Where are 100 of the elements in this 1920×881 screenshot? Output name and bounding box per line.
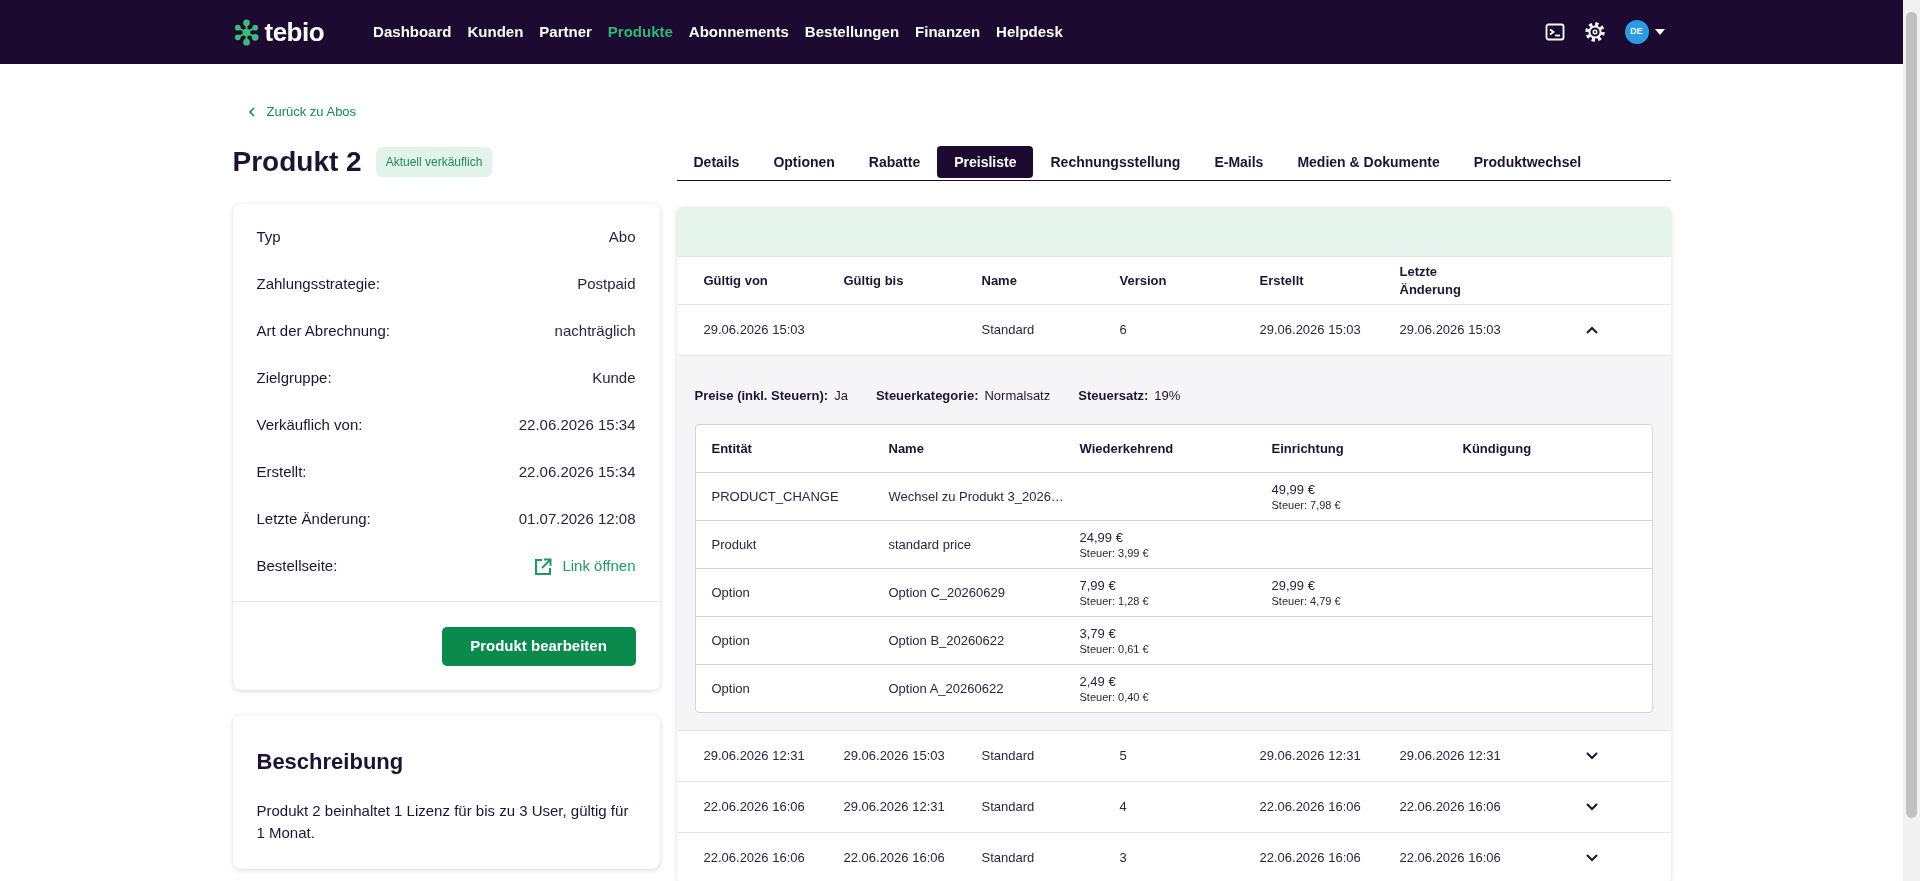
detail-label: Letzte Änderung: [256, 509, 371, 530]
tax-value: Ja [834, 388, 848, 403]
back-link[interactable]: Zurück zu Abos [248, 103, 357, 121]
product-title: Produkt 2 [232, 145, 362, 179]
tab[interactable]: E-Mails [1197, 146, 1281, 178]
column-header: Gültig bis [843, 271, 905, 290]
table-cell-text: 22.06.2026 16:06 [703, 798, 806, 817]
tab[interactable]: Produktwechsel [1456, 146, 1599, 178]
column-header: Wiederkehrend [1079, 439, 1175, 458]
scrollbar-thumb[interactable] [1906, 12, 1917, 818]
tax-amount: Steuer: 4,79 € [1271, 593, 1342, 609]
table-cell-text: 5 [1119, 747, 1128, 766]
column-header: Einrichtung [1271, 439, 1345, 458]
status-badge: Aktuell verkäuflich [375, 147, 493, 177]
table-cell-text: Wechsel zu Produkt 3_2026… [888, 487, 1065, 506]
tax-label: Steuerkategorie: [875, 388, 979, 403]
tax-amount: Steuer: 0,61 € [1079, 641, 1150, 657]
price-amount: 49,99 € [1271, 480, 1316, 498]
table-cell-text: 29.06.2026 15:03 [843, 747, 946, 766]
table-cell-text: 22.06.2026 16:06 [843, 849, 946, 868]
price-amount: 2,49 € [1079, 672, 1117, 690]
table-cell-text: Option C_20260629 [888, 583, 1006, 602]
table-cell-text: standard price [888, 535, 972, 554]
table-cell-text: 29.06.2026 15:03 [1259, 321, 1362, 340]
nav-link[interactable]: Finanzen [915, 20, 981, 44]
nav-link[interactable]: Produkte [607, 20, 673, 44]
column-header: Gültig von [703, 271, 769, 290]
tax-label: Preise (inkl. Steuern): [694, 388, 829, 403]
terminal-icon[interactable] [1544, 22, 1565, 42]
tab[interactable]: Optionen [756, 146, 852, 178]
tax-value: 19% [1154, 388, 1181, 403]
chevron-down-icon[interactable] [1585, 752, 1598, 760]
nav-link[interactable]: Kunden [467, 20, 524, 44]
edit-product-button[interactable]: Produkt bearbeiten [441, 627, 636, 666]
column-header: Letzte Änderung [1399, 262, 1462, 299]
table-cell-text: 29.06.2026 12:31 [1399, 747, 1502, 766]
column-header: Version [1119, 271, 1168, 290]
settings-icon[interactable] [1584, 22, 1605, 42]
detail-value: Postpaid [577, 274, 636, 295]
caret-down-icon[interactable] [1654, 29, 1665, 35]
table-cell-text: 29.06.2026 15:03 [703, 321, 806, 340]
chevron-up-icon[interactable] [1585, 326, 1598, 334]
detail-value: nachträglich [554, 321, 636, 342]
chevron-down-icon[interactable] [1585, 854, 1598, 862]
chevron-down-icon[interactable] [1585, 803, 1598, 811]
chevron-left-icon [248, 107, 255, 117]
tab[interactable]: Preisliste [937, 146, 1034, 178]
nav-link[interactable]: Dashboard [373, 20, 452, 44]
price-amount: 29,99 € [1271, 576, 1316, 594]
table-cell-text: Option [711, 631, 751, 650]
tab[interactable]: Rechnungsstellung [1033, 146, 1198, 178]
tax-value: Normalsatz [984, 388, 1051, 403]
table-cell-text: 29.06.2026 12:31 [1259, 747, 1362, 766]
tax-amount: Steuer: 1,28 € [1079, 593, 1150, 609]
nav-link[interactable]: Abonnements [688, 20, 789, 44]
table-cell-text: Option B_20260622 [888, 631, 1006, 650]
detail-label: Verkäuflich von: [256, 415, 363, 436]
column-header: Kündigung [1462, 439, 1533, 458]
nav-link[interactable]: Bestellungen [804, 20, 900, 44]
detail-label: Zielgruppe: [256, 368, 332, 389]
table-cell-text: 29.06.2026 15:03 [1399, 321, 1502, 340]
tab[interactable]: Rabatte [851, 146, 938, 178]
column-header: Erstellt [1259, 271, 1305, 290]
scrollbar[interactable] [1903, 0, 1920, 881]
table-cell-text: 4 [1119, 798, 1128, 817]
column-header: Name [981, 271, 1018, 290]
tax-amount: Steuer: 3,99 € [1079, 545, 1150, 561]
external-link-icon [534, 557, 553, 576]
table-cell-text: 22.06.2026 16:06 [703, 849, 806, 868]
table-cell-text: 22.06.2026 16:06 [1399, 798, 1502, 817]
table-cell-text: Option A_20260622 [888, 679, 1005, 698]
table-cell-text: 22.06.2026 16:06 [1259, 798, 1362, 817]
table-cell-text: 22.06.2026 16:06 [1259, 849, 1362, 868]
detail-label: Typ [256, 227, 281, 248]
open-link[interactable]: Link öffnen [534, 555, 636, 578]
logo-icon [232, 18, 260, 46]
detail-label: Zahlungsstrategie: [256, 274, 380, 295]
table-cell-text: Standard [981, 321, 1036, 340]
nav-link[interactable]: Helpdesk [996, 20, 1063, 44]
detail-label: Bestellseite: [256, 556, 338, 577]
detail-value: 22.06.2026 15:34 [518, 462, 636, 483]
nav-link[interactable]: Partner [539, 20, 592, 44]
table-cell-text: Produkt [711, 535, 758, 554]
column-header: Entität [711, 439, 753, 458]
tab[interactable]: Medien & Dokumente [1280, 146, 1457, 178]
table-cell-text: 29.06.2026 12:31 [843, 798, 946, 817]
table-cell-text: Standard [981, 747, 1036, 766]
table-cell-text: Option [711, 679, 751, 698]
tab[interactable]: Details [676, 146, 757, 178]
price-amount: 24,99 € [1079, 528, 1124, 546]
column-header: Name [888, 439, 925, 458]
tax-amount: Steuer: 7,98 € [1271, 497, 1342, 513]
table-cell-text: Option [711, 583, 751, 602]
table-cell-text: 22.06.2026 16:06 [1399, 849, 1502, 868]
detail-value: Abo [608, 227, 636, 248]
detail-label: Erstellt: [256, 462, 307, 483]
logo-text[interactable]: tebio [264, 12, 325, 52]
detail-value: Kunde [592, 368, 636, 389]
description-heading: Beschreibung [256, 748, 405, 776]
price-amount: 7,99 € [1079, 576, 1117, 594]
